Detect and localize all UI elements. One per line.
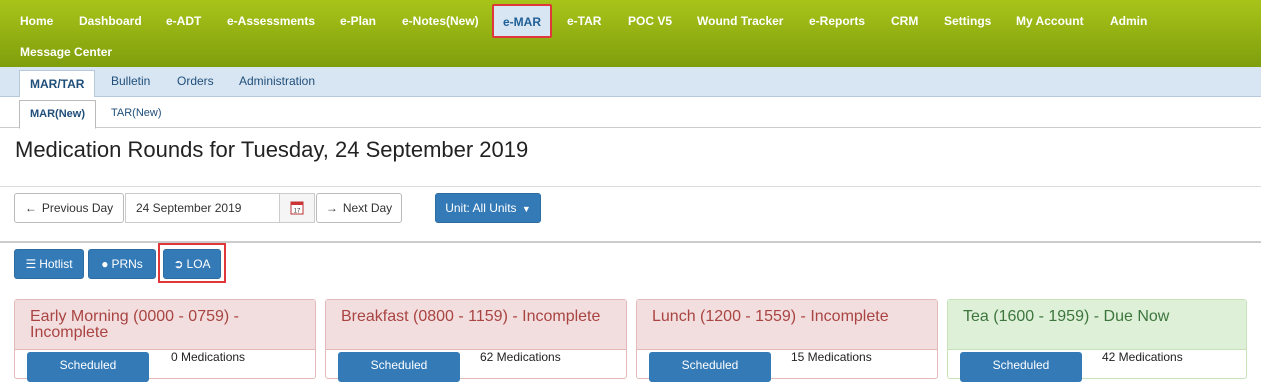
- scheduled-button[interactable]: Scheduled: [338, 352, 460, 382]
- nav-my-account[interactable]: My Account: [1012, 11, 1088, 31]
- round-panel-tea: Tea (1600 - 1959) - Due Now Scheduled 42…: [947, 299, 1247, 382]
- round-title: Tea (1600 - 1959) - Due Now: [948, 300, 1246, 350]
- sign-out-icon: ➲: [173, 257, 184, 271]
- divider: [0, 186, 1261, 187]
- svg-text:17: 17: [294, 209, 301, 215]
- next-day-button[interactable]: → Next Day: [316, 193, 402, 223]
- unit-dropdown[interactable]: Unit: All Units ▼: [435, 193, 541, 223]
- loa-button[interactable]: ➲ LOA: [163, 249, 221, 279]
- tab-mar-tar[interactable]: MAR/TAR: [19, 70, 96, 97]
- list-icon: ☰: [25, 257, 37, 271]
- nav-message-center[interactable]: Message Center: [16, 42, 116, 62]
- nav-settings[interactable]: Settings: [940, 11, 995, 31]
- round-title: Breakfast (0800 - 1159) - Incomplete: [326, 300, 626, 350]
- sub-navigation: MAR/TAR Bulletin Orders Administration: [0, 67, 1261, 97]
- nav-e-notes[interactable]: e-Notes(New): [398, 11, 483, 31]
- calendar-icon: 17: [290, 201, 304, 215]
- round-title: Early Morning (0000 - 0759) - Incomplete: [15, 300, 315, 350]
- page-title: Medication Rounds for Tuesday, 24 Septem…: [15, 137, 529, 162]
- nav-dashboard[interactable]: Dashboard: [75, 11, 146, 31]
- calendar-button[interactable]: 17: [279, 193, 315, 223]
- medication-count: 0 Medications: [171, 350, 246, 364]
- round-title: Lunch (1200 - 1559) - Incomplete: [637, 300, 937, 350]
- tab-orders[interactable]: Orders: [177, 74, 214, 88]
- medication-count: 42 Medications: [1102, 350, 1183, 364]
- nav-home[interactable]: Home: [16, 11, 57, 31]
- tab-bulletin[interactable]: Bulletin: [111, 74, 150, 88]
- nav-e-adt[interactable]: e-ADT: [162, 11, 205, 31]
- arrow-left-icon: ←: [24, 201, 37, 215]
- caret-down-icon: ▼: [521, 204, 531, 214]
- scheduled-button[interactable]: Scheduled: [960, 352, 1082, 382]
- nav-wound-tracker[interactable]: Wound Tracker: [693, 11, 787, 31]
- medication-count: 62 Medications: [480, 350, 561, 364]
- nav-e-tar[interactable]: e-TAR: [563, 11, 605, 31]
- nav-e-assessments[interactable]: e-Assessments: [223, 11, 319, 31]
- nav-e-mar[interactable]: e-MAR: [492, 4, 552, 38]
- nav-admin[interactable]: Admin: [1106, 11, 1151, 31]
- date-input[interactable]: 24 September 2019: [125, 193, 280, 223]
- round-panel-lunch: Lunch (1200 - 1559) - Incomplete Schedul…: [636, 299, 938, 382]
- round-panel-early-morning: Early Morning (0000 - 0759) - Incomplete…: [14, 299, 316, 382]
- tab-tar-new[interactable]: TAR(New): [111, 107, 162, 119]
- previous-day-button[interactable]: ← Previous Day: [14, 193, 124, 223]
- round-panel-breakfast: Breakfast (0800 - 1159) - Incomplete Sch…: [325, 299, 627, 382]
- nav-crm[interactable]: CRM: [887, 11, 922, 31]
- tab-mar-new[interactable]: MAR(New): [19, 100, 96, 129]
- scheduled-button[interactable]: Scheduled: [27, 352, 149, 382]
- prns-button[interactable]: ● PRNs: [88, 249, 156, 279]
- scheduled-button[interactable]: Scheduled: [649, 352, 771, 382]
- medication-count: 15 Medications: [791, 350, 872, 364]
- arrow-right-icon: →: [325, 201, 338, 215]
- top-navigation: Home Dashboard e-ADT e-Assessments e-Pla…: [0, 0, 1261, 67]
- pills-icon: ●: [101, 257, 109, 271]
- secondary-tabs: MAR(New) TAR(New): [0, 97, 1261, 129]
- tab-administration[interactable]: Administration: [239, 74, 315, 88]
- hotlist-button[interactable]: ☰ Hotlist: [14, 249, 84, 279]
- nav-e-plan[interactable]: e-Plan: [336, 11, 380, 31]
- nav-e-reports[interactable]: e-Reports: [805, 11, 869, 31]
- nav-poc-v5[interactable]: POC V5: [624, 11, 676, 31]
